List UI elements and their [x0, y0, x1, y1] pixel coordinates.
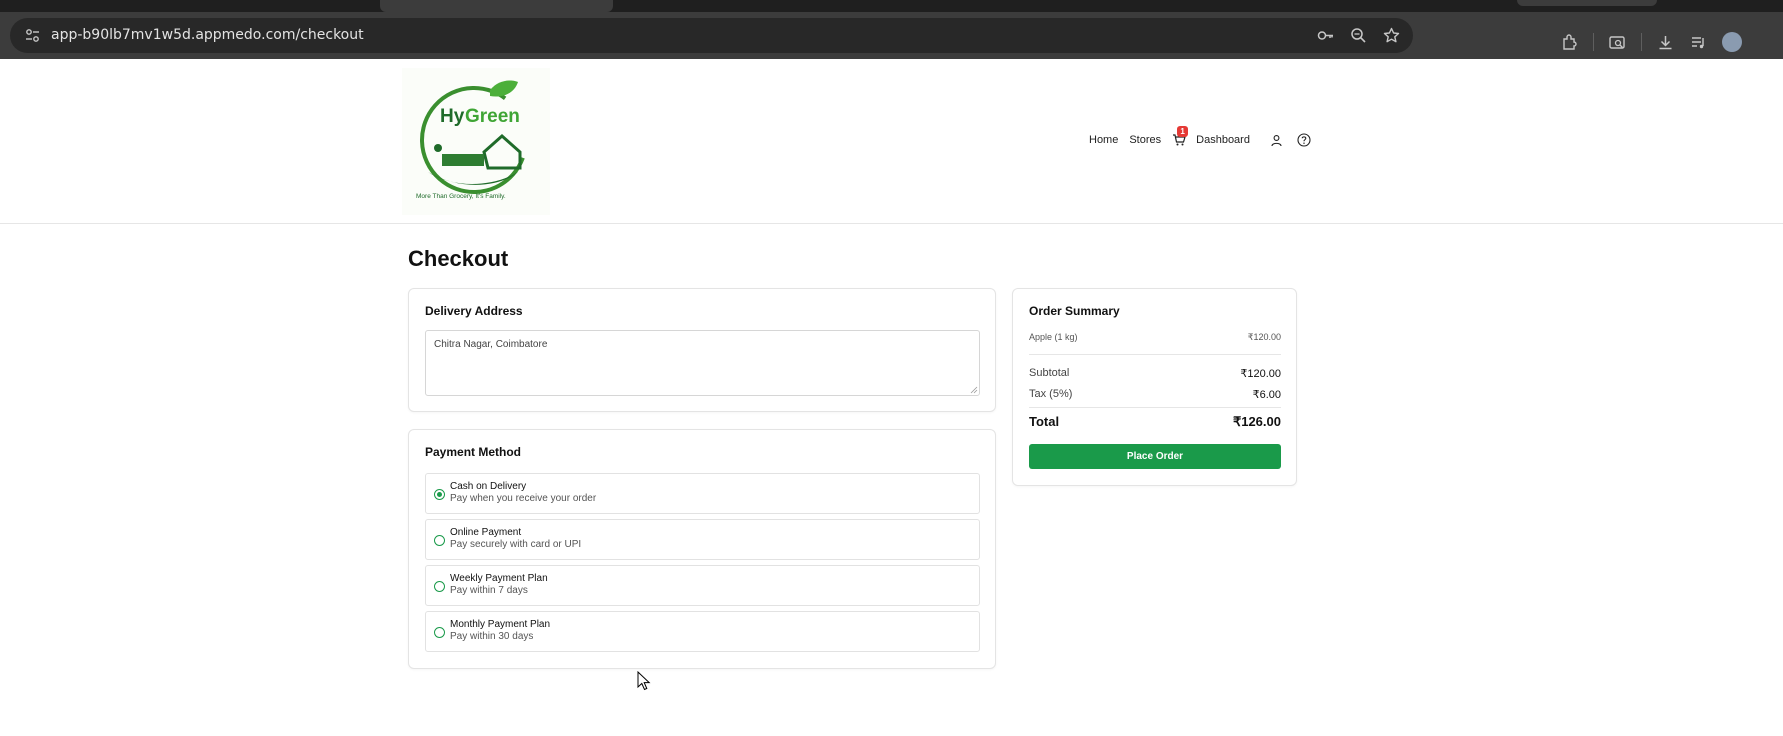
payment-option-monthly[interactable]: Monthly Payment Plan Pay within 30 days: [425, 611, 980, 652]
radio-unselected[interactable]: [434, 627, 445, 638]
total-value: ₹126.00: [1232, 414, 1281, 429]
address-bar[interactable]: app-b90lb7mv1w5d.appmedo.com/checkout: [10, 18, 1413, 53]
divider: [1029, 407, 1281, 408]
main-nav: Home Stores 1 Dashboard: [1089, 126, 1311, 147]
subtotal-row: Subtotal ₹120.00: [1029, 367, 1281, 380]
payment-option-weekly[interactable]: Weekly Payment Plan Pay within 7 days: [425, 565, 980, 606]
payment-option-title: Weekly Payment Plan: [450, 573, 548, 584]
tab-search-icon[interactable]: [1608, 33, 1627, 52]
item-price: ₹120.00: [1247, 332, 1281, 342]
radio-unselected[interactable]: [434, 535, 445, 546]
radio-unselected[interactable]: [434, 581, 445, 592]
payment-option-subtitle: Pay when you receive your order: [450, 493, 597, 504]
nav-home[interactable]: Home: [1089, 134, 1118, 146]
total-row: Total ₹126.00: [1029, 414, 1281, 430]
site-header: Hy Green More Than Grocery, It's Family.…: [0, 59, 1783, 224]
extensions-icon[interactable]: [1560, 33, 1579, 52]
profile-avatar[interactable]: [1722, 32, 1742, 52]
nav-stores[interactable]: Stores: [1129, 134, 1161, 146]
download-icon[interactable]: [1656, 33, 1675, 52]
toolbar-divider: [1593, 33, 1594, 51]
payment-option-title: Online Payment: [450, 527, 522, 538]
hygreen-logo[interactable]: Hy Green More Than Grocery, It's Family.: [402, 68, 550, 215]
site-settings-icon[interactable]: [24, 27, 41, 44]
browser-toolbar: app-b90lb7mv1w5d.appmedo.com/checkout: [0, 12, 1783, 59]
cart-count-badge: 1: [1177, 126, 1189, 137]
nav-dashboard[interactable]: Dashboard: [1196, 134, 1250, 146]
svg-text:Hy: Hy: [440, 106, 465, 127]
browser-tab[interactable]: [1517, 0, 1657, 6]
order-summary-card: Order Summary Apple (1 kg) ₹120.00 Subto…: [1012, 288, 1297, 486]
radio-selected[interactable]: [434, 489, 445, 500]
delivery-address-input[interactable]: [425, 330, 980, 396]
subtotal-label: Subtotal: [1029, 367, 1070, 379]
total-label: Total: [1029, 414, 1060, 429]
summary-line-item: Apple (1 kg) ₹120.00: [1029, 332, 1281, 343]
media-controls-icon[interactable]: [1689, 33, 1708, 52]
payment-option-subtitle: Pay within 30 days: [450, 631, 534, 642]
subtotal-value: ₹120.00: [1240, 368, 1281, 380]
payment-method-card: Payment Method Cash on Delivery Pay when…: [408, 429, 996, 669]
tax-row: Tax (5%) ₹6.00: [1029, 388, 1281, 401]
order-summary-title: Order Summary: [1029, 304, 1120, 318]
bookmark-star-icon[interactable]: [1382, 26, 1401, 45]
divider: [1029, 354, 1281, 355]
cart-icon[interactable]: 1: [1172, 126, 1189, 147]
url-text[interactable]: app-b90lb7mv1w5d.appmedo.com/checkout: [51, 27, 364, 43]
page-title: Checkout: [408, 246, 509, 271]
toolbar-divider: [1641, 33, 1642, 51]
payment-option-title: Monthly Payment Plan: [450, 619, 551, 630]
password-key-icon[interactable]: [1316, 26, 1335, 45]
svg-text:Green: Green: [465, 106, 520, 127]
user-icon[interactable]: [1270, 134, 1283, 147]
tax-value: ₹6.00: [1252, 389, 1281, 401]
browser-tab-active[interactable]: [380, 0, 613, 12]
place-order-button[interactable]: Place Order: [1029, 444, 1281, 469]
resize-grip-icon[interactable]: [970, 386, 978, 394]
payment-option-subtitle: Pay within 7 days: [450, 585, 528, 596]
svg-text:More Than Grocery, It's Family: More Than Grocery, It's Family.: [416, 193, 506, 200]
mouse-cursor-icon: [637, 671, 651, 691]
payment-option-title: Cash on Delivery: [450, 481, 527, 492]
zoom-icon[interactable]: [1349, 26, 1368, 45]
browser-tabstrip: [0, 0, 1783, 12]
payment-option-cash[interactable]: Cash on Delivery Pay when you receive yo…: [425, 473, 980, 514]
help-icon[interactable]: [1297, 133, 1311, 147]
delivery-address-card: Delivery Address: [408, 288, 996, 412]
delivery-address-title: Delivery Address: [425, 304, 523, 318]
tax-label: Tax (5%): [1029, 388, 1073, 400]
payment-option-online[interactable]: Online Payment Pay securely with card or…: [425, 519, 980, 560]
payment-option-subtitle: Pay securely with card or UPI: [450, 539, 582, 550]
item-name: Apple (1 kg): [1029, 332, 1078, 342]
payment-method-title: Payment Method: [425, 445, 522, 459]
